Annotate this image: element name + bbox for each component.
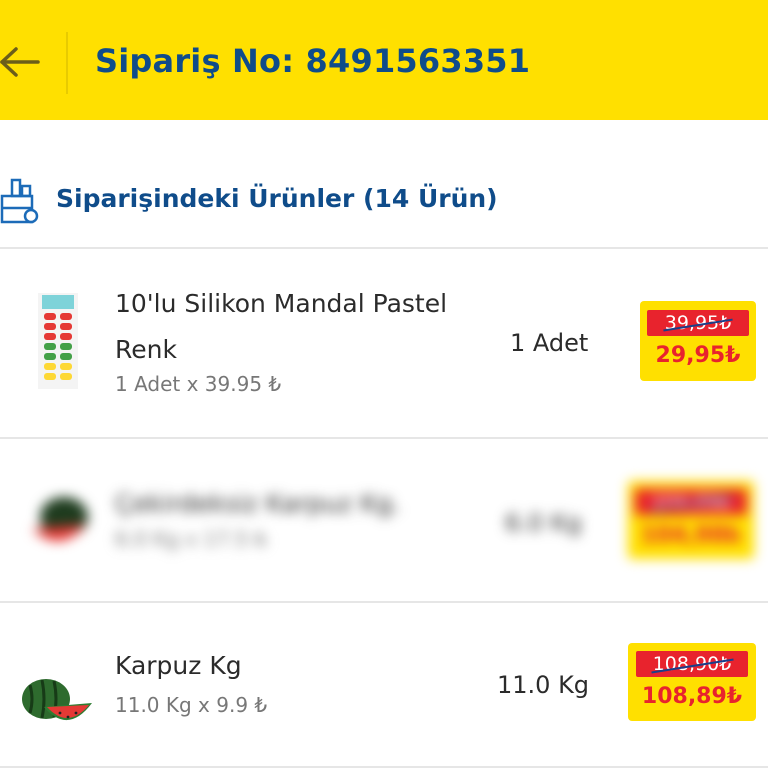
product-quantity: 1 Adet [510, 329, 589, 357]
old-price: 39,95₺ [647, 310, 749, 336]
product-unit-line: 1 Adet x 39.95 ₺ [115, 372, 282, 396]
new-price: 29,95₺ [655, 343, 741, 368]
product-name: Karpuz Kg [115, 651, 242, 680]
list-item[interactable]: Çekirdeksiz Karpuz Kg. 6.0 Kg x 17.5 ₺ 6… [0, 439, 768, 601]
product-unit-line: 11.0 Kg x 9.9 ₺ [115, 693, 268, 717]
old-price: 104,99₺ [635, 489, 747, 515]
list-item[interactable]: 10'lu Silikon Mandal Pastel Renk 1 Adet … [0, 249, 768, 437]
arrow-left-icon [0, 47, 40, 77]
header-divider [66, 32, 68, 94]
product-name: 10'lu Silikon Mandal Pastel Renk [115, 289, 448, 364]
price-badge: 104,99₺ 104,98₺ [628, 481, 754, 559]
back-button[interactable] [0, 40, 44, 84]
product-unit-line: 6.0 Kg x 17.5 ₺ [115, 527, 268, 551]
watermelon-image [22, 679, 92, 721]
watermelon-image [32, 497, 88, 542]
price-badge: 39,95₺ 29,95₺ [640, 301, 756, 381]
section-header: Siparişindeki Ürünler (14 Ürün) [0, 160, 768, 246]
list-item[interactable]: Karpuz Kg 11.0 Kg x 9.9 ₺ 11.0 Kg 108,90… [0, 603, 768, 768]
clothespin-pack-image [38, 293, 78, 389]
product-name: Çekirdeksiz Karpuz Kg. [115, 489, 401, 518]
page-title: Sipariş No: 8491563351 [95, 42, 531, 80]
section-title: Siparişindeki Ürünler (14 Ürün) [56, 184, 498, 213]
old-price: 108,90₺ [636, 651, 748, 677]
new-price: 108,89₺ [641, 684, 743, 709]
shopping-bag-icon [0, 178, 39, 224]
new-price: 104,98₺ [640, 523, 742, 548]
price-badge: 108,90₺ 108,89₺ [628, 643, 756, 721]
product-quantity: 11.0 Kg [497, 671, 590, 699]
header-bar: Sipariş No: 8491563351 [0, 0, 768, 120]
product-quantity: 6.0 Kg [505, 509, 582, 537]
